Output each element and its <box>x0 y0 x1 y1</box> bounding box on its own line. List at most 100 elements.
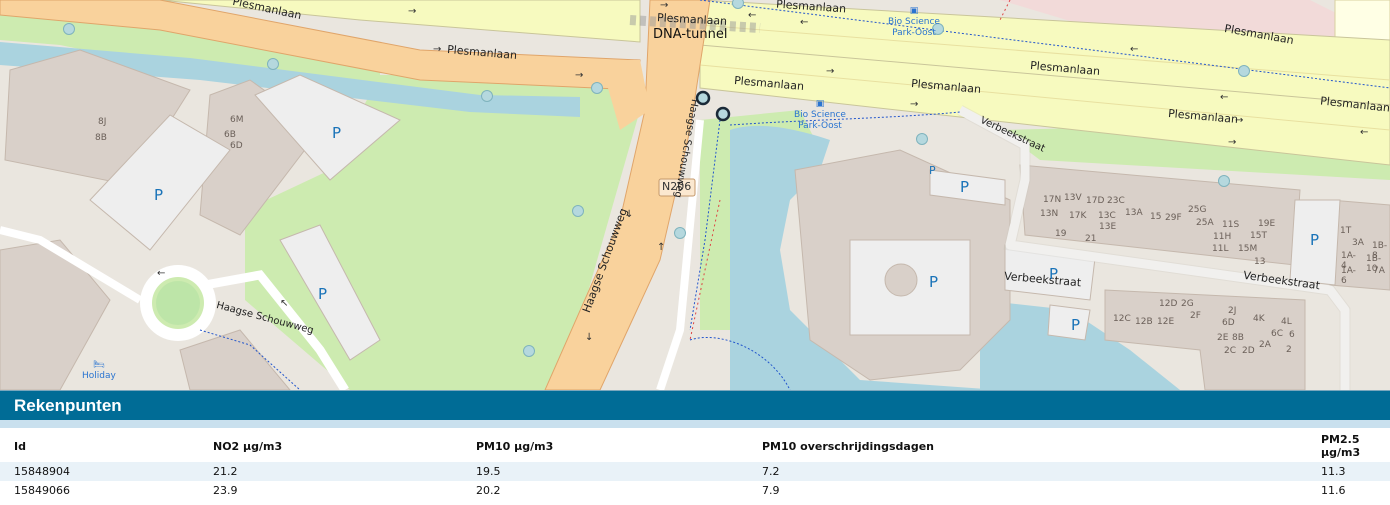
road-label-plesmanlaan: Plesmanlaan <box>775 0 847 16</box>
house-number: 8J <box>98 117 107 127</box>
house-number: 17K <box>1069 211 1087 221</box>
house-number: 6B <box>224 130 236 140</box>
house-number: 3A <box>1352 238 1364 248</box>
house-number: 12D <box>1159 299 1178 309</box>
column-header-no2[interactable]: NO2 µg/m3 <box>199 430 462 462</box>
house-number: 2C <box>1224 346 1237 356</box>
cell-pm10: 19.5 <box>476 465 501 478</box>
house-number: 15T <box>1250 231 1267 241</box>
stop-name-line2: Park-Oost <box>892 28 936 38</box>
cell-pm10-days: 7.2 <box>762 465 780 478</box>
house-number: 17N <box>1043 195 1062 205</box>
bus-icon: ▣ <box>815 99 825 109</box>
parking-icon: P <box>1049 265 1059 283</box>
parking-icon: P <box>960 178 970 196</box>
house-number: 15 <box>1150 212 1162 222</box>
panel-toolbar <box>0 420 1390 428</box>
column-header-pm25[interactable]: PM2.5 µg/m3 <box>1307 430 1390 462</box>
house-number: 23C <box>1107 196 1125 206</box>
house-number: 8B <box>1232 333 1244 343</box>
road-label-plesmanlaan: Plesmanlaan <box>1167 106 1239 127</box>
parking-icon: P <box>1310 231 1320 249</box>
road-label-plesmanlaan: Plesmanlaan <box>910 76 982 97</box>
house-number: 7A <box>1373 266 1385 276</box>
house-number: 13E <box>1099 222 1117 232</box>
house-number: 2 <box>1286 345 1292 355</box>
hotel-poi[interactable]: 🛏 Holiday <box>82 360 116 382</box>
house-number: 6D <box>230 141 243 151</box>
house-number: 6 <box>1289 330 1295 340</box>
house-number: 29F <box>1165 213 1182 223</box>
house-number: 12E <box>1157 317 1175 327</box>
panel-title: Rekenpunten <box>14 396 122 415</box>
road-label-plesmanlaan: Plesmanlaan <box>656 11 728 28</box>
road-label-plesmanlaan: Plesmanlaan <box>446 42 518 63</box>
house-number: 2F <box>1190 311 1201 321</box>
bed-icon: 🛏 <box>93 360 105 370</box>
house-number: 13C <box>1098 211 1116 221</box>
house-number: 13N <box>1040 209 1059 219</box>
results-table: Id NO2 µg/m3 PM10 µg/m3 PM10 overschrijd… <box>0 430 1390 500</box>
house-number: 6C <box>1271 329 1284 339</box>
map-view[interactable]: → → → → ← ← → → ← ← → ← ↓ ↓ ↑ ← ↖ → Plesmanlaan Ples… <box>0 0 1390 390</box>
house-number: 12B <box>1135 317 1153 327</box>
house-number: 21 <box>1085 234 1097 244</box>
house-number: 25A <box>1196 218 1214 228</box>
house-number: 6D <box>1222 318 1235 328</box>
table-row[interactable]: 15849066 23.9 20.2 7.9 11.6 <box>0 481 1390 500</box>
house-number: 15M <box>1238 244 1258 254</box>
house-number: 4K <box>1253 314 1265 324</box>
parking-icon: P <box>929 164 936 177</box>
cell-pm10: 20.2 <box>476 484 501 497</box>
road-label-plesmanlaan: Plesmanlaan <box>1319 94 1390 115</box>
stop-name-line1: Bio Science <box>794 110 846 120</box>
house-number: 17D <box>1086 196 1105 206</box>
house-number: 2J <box>1228 306 1237 316</box>
parking-icon: P <box>154 186 164 204</box>
road-label-haagse-schouwweg: Haagse Schouwweg <box>580 206 630 315</box>
cell-no2: 21.2 <box>213 465 238 478</box>
tunnel-label: DNA-tunnel <box>653 27 728 42</box>
bus-stop-label[interactable]: ▣ Bio Science Park-Oost <box>794 99 846 132</box>
poi-label: Holiday <box>82 371 116 381</box>
cell-pm25: 11.3 <box>1321 465 1346 478</box>
house-number: 13 <box>1254 257 1266 267</box>
house-number: 8B <box>95 133 107 143</box>
cell-pm10-days: 7.9 <box>762 484 780 497</box>
house-number: 11H <box>1213 232 1232 242</box>
road-label-plesmanlaan: Plesmanlaan <box>733 73 805 94</box>
panel-header: Rekenpunten <box>0 390 1390 420</box>
cell-no2: 23.9 <box>213 484 238 497</box>
house-number: 2D <box>1242 346 1255 356</box>
house-number: 25G <box>1188 205 1207 215</box>
table-row[interactable]: 15848904 21.2 19.5 7.2 11.3 <box>0 462 1390 481</box>
house-number: 12C <box>1113 314 1131 324</box>
road-label-verbeekstraat: Verbeekstraat <box>1242 268 1321 293</box>
house-number: 2E <box>1217 333 1229 343</box>
house-number: 19E <box>1258 219 1276 229</box>
bus-icon: ▣ <box>909 6 919 16</box>
house-number: 4L <box>1281 317 1292 327</box>
house-number: 1A-6 <box>1341 266 1356 286</box>
house-number: 2G <box>1181 299 1194 309</box>
road-label-verbeekstraat: Verbeekstraat <box>1003 269 1082 290</box>
table-header-row: Id NO2 µg/m3 PM10 µg/m3 PM10 overschrijd… <box>0 430 1390 462</box>
bus-stop-label[interactable]: ▣ Bio Science Park-Oost <box>888 6 940 39</box>
road-label-haagse-schouwweg: Haagse Schouwweg <box>215 300 315 337</box>
house-number: 19 <box>1055 229 1067 239</box>
road-label-plesmanlaan: Plesmanlaan <box>231 0 303 23</box>
road-label-plesmanlaan: Plesmanlaan <box>1223 22 1295 47</box>
house-number: 6M <box>230 115 244 125</box>
road-label-verbeekstraat: Verbeekstraat <box>978 115 1047 155</box>
cell-id: 15849066 <box>14 484 70 497</box>
house-number: 13V <box>1064 193 1082 203</box>
cell-id: 15848904 <box>14 465 70 478</box>
parking-icon: P <box>1071 316 1081 334</box>
column-header-pm10-days[interactable]: PM10 overschrijdingsdagen <box>748 430 1307 462</box>
stop-name-line1: Bio Science <box>888 17 940 27</box>
parking-icon: P <box>929 273 939 291</box>
column-header-id[interactable]: Id <box>0 430 199 462</box>
house-number: 11S <box>1222 220 1240 230</box>
column-header-pm10[interactable]: PM10 µg/m3 <box>462 430 748 462</box>
cell-pm25: 11.6 <box>1321 484 1346 497</box>
